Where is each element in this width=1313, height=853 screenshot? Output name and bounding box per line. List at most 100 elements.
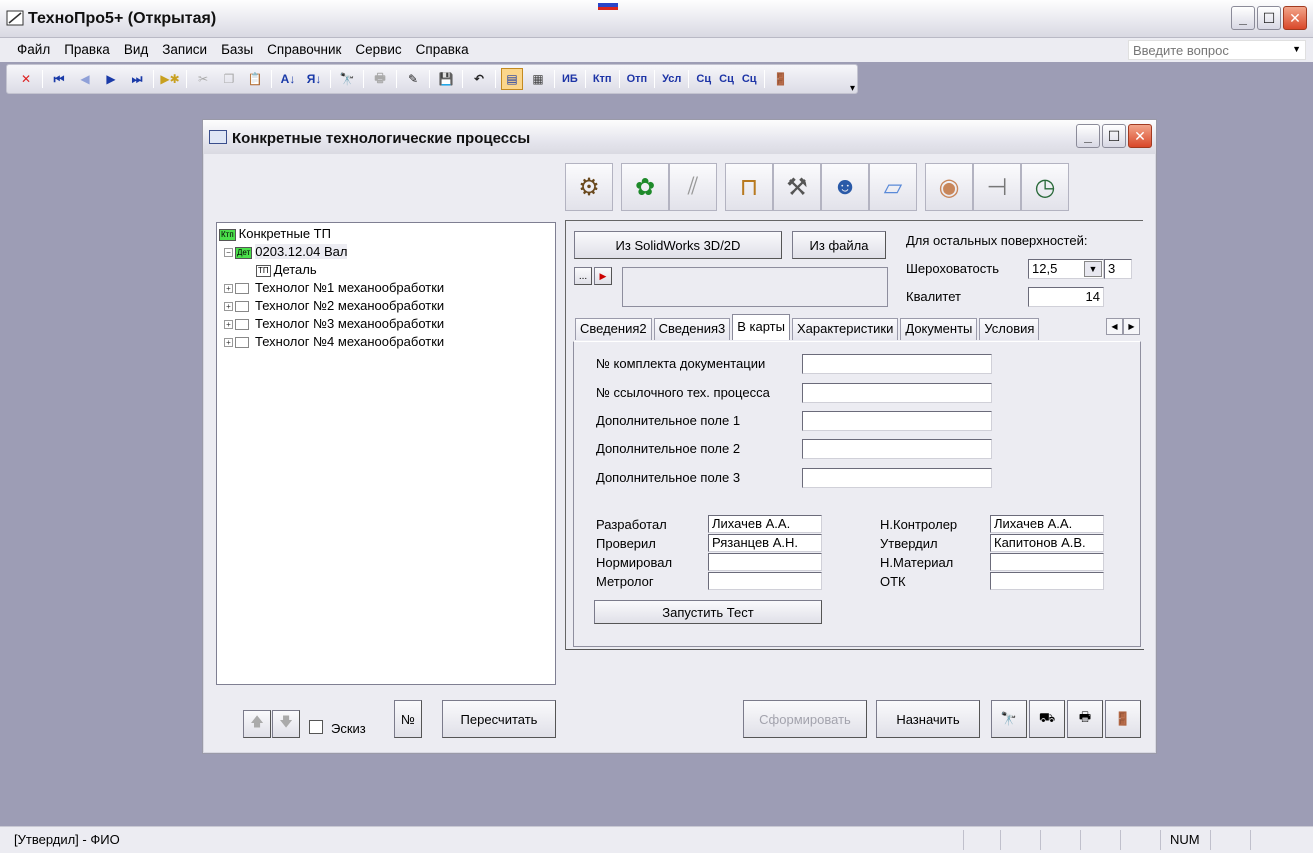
print-icon[interactable]: 🖶	[1067, 700, 1103, 738]
number-button[interactable]: №	[394, 700, 422, 738]
checked-field[interactable]: Рязанцев А.Н.	[708, 534, 822, 552]
roughness-select[interactable]: 12,5 ▼	[1028, 259, 1104, 279]
roll-icon[interactable]: ◉	[925, 163, 973, 211]
minimize-button[interactable]: _	[1231, 6, 1255, 30]
binoculars-icon[interactable]: 🔭	[991, 700, 1027, 738]
tab-characteristics[interactable]: Характеристики	[791, 318, 899, 340]
chevron-down-icon[interactable]: ▼	[1292, 44, 1301, 54]
toolbar-sc-button[interactable]: Сц	[694, 68, 713, 90]
delete-record-icon[interactable]: ✕	[15, 68, 37, 90]
paper-icon[interactable]: ▱	[869, 163, 917, 211]
menu-file[interactable]: Файл	[10, 42, 57, 57]
from-file-button[interactable]: Из файла	[792, 231, 886, 259]
norm-controller-field[interactable]: Лихачев А.А.	[990, 515, 1104, 533]
sort-descending-icon[interactable]: Я↓	[303, 68, 325, 90]
last-record-icon[interactable]: ⏭	[126, 68, 148, 90]
metrologist-field[interactable]	[708, 572, 822, 590]
tab-scroll-right-icon[interactable]: ▶	[1123, 318, 1140, 335]
pipes-icon[interactable]: ⫽	[669, 163, 717, 211]
generate-button[interactable]: Сформировать	[743, 700, 867, 738]
extra-field-2[interactable]	[802, 439, 992, 459]
toolbar-ktp-button[interactable]: Ктп	[591, 68, 614, 90]
caliper-icon[interactable]: ⊣	[973, 163, 1021, 211]
expand-icon[interactable]: +	[224, 320, 233, 330]
workbench-icon[interactable]: ⊓	[725, 163, 773, 211]
worker-icon[interactable]: ☻	[821, 163, 869, 211]
tab-to-cards[interactable]: В карты	[732, 314, 790, 340]
table-view-icon[interactable]: ▦	[527, 68, 549, 90]
tree-node-technologist-3[interactable]: + Технолог №3 механообработки	[219, 315, 555, 333]
toolbar-sc-red-button[interactable]: Сц	[717, 68, 736, 90]
form-view-icon[interactable]: ▤	[501, 68, 523, 90]
gear-icon[interactable]: ✿	[621, 163, 669, 211]
tab-scroll-left-icon[interactable]: ◀	[1106, 318, 1123, 335]
undo-icon[interactable]: ↶	[468, 68, 490, 90]
part-icon[interactable]: ⚙	[565, 163, 613, 211]
chevron-down-icon[interactable]: ▼	[1084, 261, 1102, 277]
exit-door-icon[interactable]: 🚪	[770, 68, 792, 90]
menu-bases[interactable]: Базы	[214, 42, 260, 57]
norm-material-field[interactable]	[990, 553, 1104, 571]
tree-node-tp[interactable]: ТП Деталь	[219, 261, 555, 279]
toolbar-otp-button[interactable]: Отп	[625, 68, 650, 90]
copy-icon[interactable]: ❐	[218, 68, 240, 90]
print-preview-icon[interactable]: 🖶	[369, 68, 391, 90]
browse-button[interactable]: ...	[574, 267, 592, 285]
tab-info3[interactable]: Сведения3	[653, 318, 731, 340]
normalized-field[interactable]	[708, 553, 822, 571]
child-close-button[interactable]: ✕	[1128, 124, 1152, 148]
tree-node-root[interactable]: Ктп Конкретные ТП	[219, 225, 555, 243]
approved-field[interactable]: Капитонов А.В.	[990, 534, 1104, 552]
clock-icon[interactable]: ◷	[1021, 163, 1069, 211]
extra-field-3[interactable]	[802, 468, 992, 488]
transport-icon[interactable]: ⛟	[1029, 700, 1065, 738]
exit-door-icon[interactable]: 🚪	[1105, 700, 1141, 738]
qualitet-field[interactable]: 14	[1028, 287, 1104, 307]
menu-records[interactable]: Записи	[155, 42, 214, 57]
doc-set-field[interactable]	[802, 354, 992, 374]
developed-field[interactable]: Лихачев А.А.	[708, 515, 822, 533]
menu-reference[interactable]: Справочник	[260, 42, 348, 57]
machine-icon[interactable]: ⚒	[773, 163, 821, 211]
tree-node-technologist-1[interactable]: + Технолог №1 механообработки	[219, 279, 555, 297]
tab-info2[interactable]: Сведения2	[575, 318, 652, 340]
cut-icon[interactable]: ✂	[192, 68, 214, 90]
from-solidworks-button[interactable]: Из SolidWorks 3D/2D	[574, 231, 782, 259]
ref-process-field[interactable]	[802, 383, 992, 403]
move-down-icon[interactable]: 🡇	[272, 710, 300, 738]
tree-node-technologist-2[interactable]: + Технолог №2 механообработки	[219, 297, 555, 315]
move-up-icon[interactable]: 🡅	[243, 710, 271, 738]
menu-service[interactable]: Сервис	[348, 42, 408, 57]
recalculate-button[interactable]: Пересчитать	[442, 700, 556, 738]
first-record-icon[interactable]: ⏮	[48, 68, 70, 90]
tab-conditions[interactable]: Условия	[979, 318, 1040, 340]
sort-ascending-icon[interactable]: A↓	[277, 68, 299, 90]
next-record-icon[interactable]: ▶	[100, 68, 122, 90]
menu-view[interactable]: Вид	[117, 42, 155, 57]
menu-help[interactable]: Справка	[409, 42, 476, 57]
save-icon[interactable]: 💾	[435, 68, 457, 90]
roughness-extra-field[interactable]: 3	[1104, 259, 1132, 279]
collapse-icon[interactable]: −	[224, 248, 233, 258]
expand-icon[interactable]: +	[224, 302, 233, 312]
child-minimize-button[interactable]: _	[1076, 124, 1100, 148]
child-maximize-button[interactable]: ☐	[1102, 124, 1126, 148]
otk-field[interactable]	[990, 572, 1104, 590]
expand-icon[interactable]: +	[224, 338, 233, 348]
edit-icon[interactable]: ✎	[402, 68, 424, 90]
toolbar-ib-button[interactable]: ИБ	[560, 68, 580, 90]
paste-icon[interactable]: 📋	[244, 68, 266, 90]
find-icon[interactable]: 🔭	[336, 68, 358, 90]
sketch-checkbox[interactable]	[309, 720, 323, 734]
tree-node-detail[interactable]: − Дет 0203.12.04 Вал	[219, 243, 555, 261]
tree-node-technologist-4[interactable]: + Технолог №4 механообработки	[219, 333, 555, 351]
toolbar-options-icon[interactable]: ▾	[850, 83, 855, 94]
assign-button[interactable]: Назначить	[876, 700, 980, 738]
run-test-button[interactable]: Запустить Тест	[594, 600, 822, 624]
extra-field-1[interactable]	[802, 411, 992, 431]
language-flag-icon[interactable]	[598, 0, 618, 10]
expand-icon[interactable]: +	[224, 284, 233, 294]
close-button[interactable]: ✕	[1283, 6, 1307, 30]
prev-record-icon[interactable]: ◀	[74, 68, 96, 90]
toolbar-sc-yellow-button[interactable]: Сц	[740, 68, 759, 90]
